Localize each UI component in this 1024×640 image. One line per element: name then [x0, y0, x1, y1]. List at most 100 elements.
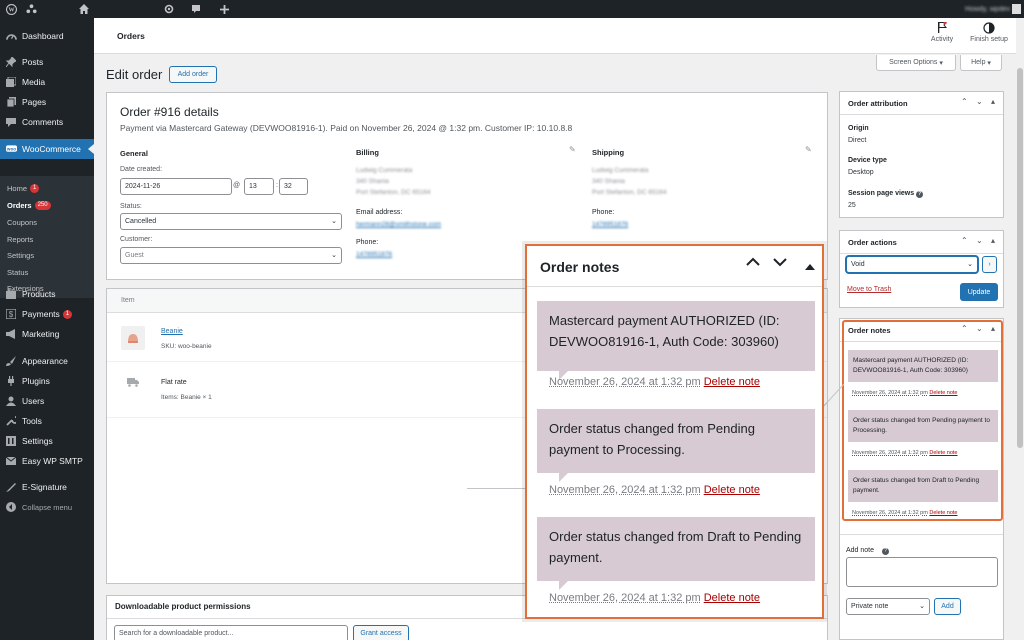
edit-shipping-pencil-icon[interactable]: ✎ [805, 145, 812, 154]
add-note-textarea[interactable] [846, 557, 998, 587]
move-up-icon[interactable]: ⌃ [961, 236, 968, 245]
billing-email-link[interactable]: hermann28@smithstone.com [356, 221, 441, 228]
beanie-icon [128, 334, 138, 343]
sidebar-item-settings[interactable]: Settings [0, 431, 94, 451]
update-button[interactable]: Update [960, 283, 998, 301]
customer-value: Guest [125, 252, 144, 259]
product-link[interactable]: Beanie [161, 328, 183, 335]
billing-phone-link[interactable]: 1478951876 [356, 251, 392, 258]
origin-label: Origin [848, 125, 869, 132]
toggle-panel-icon[interactable]: ▴ [991, 236, 995, 245]
help-circle-icon[interactable]: ? [881, 548, 889, 555]
note-meta: November 26, 2024 at 1:32 pm Delete note [549, 484, 760, 496]
sidebar-item-easy-wp-smtp[interactable]: Easy WP SMTP [0, 451, 94, 471]
pin-icon [5, 56, 17, 68]
minute-input[interactable]: 32 [279, 178, 308, 195]
home-icon[interactable] [76, 0, 92, 18]
note-type-select[interactable]: Private note ⌄ [846, 598, 930, 615]
delete-note-link[interactable]: Delete note [704, 376, 760, 388]
scrollbar-thumb[interactable] [1017, 68, 1023, 448]
howdy-user[interactable]: Howdy, wpdev [965, 0, 1010, 18]
move-down-icon[interactable]: ⌄ [976, 97, 983, 106]
help-circle-icon[interactable]: ? [916, 191, 924, 198]
collapse-menu-button[interactable]: Collapse menu [0, 497, 94, 517]
move-down-icon[interactable]: ⌄ [976, 236, 983, 245]
sidebar-item-e-signature[interactable]: E-Signature [0, 477, 94, 497]
submenu-home[interactable]: Home 1 [7, 181, 40, 195]
order-action-select[interactable]: Void ⌄ [846, 256, 978, 273]
note-meta: November 26, 2024 at 1:32 pm Delete note [549, 592, 760, 604]
shipping-address-line: 340 Shania [592, 178, 625, 185]
submenu-status[interactable]: Status [7, 265, 28, 279]
woocommerce-submenu: Home 1 Orders 250 Coupons Reports Settings… [0, 176, 94, 298]
submenu-coupons[interactable]: Coupons [7, 215, 37, 229]
sidebar-item-label: Plugins [22, 376, 50, 386]
avatar[interactable] [1012, 4, 1021, 14]
move-up-icon[interactable] [746, 254, 760, 272]
delete-note-link[interactable]: Delete note [704, 592, 760, 604]
sidebar-item-media[interactable]: Media [0, 72, 94, 92]
actions-title: Order actions [848, 238, 897, 247]
sidebar-item-tools[interactable]: Tools [0, 411, 94, 431]
billing-address-line: Port Stefanton, DC 65164 [356, 189, 431, 196]
move-down-icon[interactable] [773, 254, 787, 272]
device-type-label: Device type [848, 157, 887, 164]
edit-billing-pencil-icon[interactable]: ✎ [569, 145, 576, 154]
page-scrollbar[interactable] [1016, 18, 1024, 640]
customer-select[interactable]: Guest ⌄ [120, 247, 342, 264]
add-note-button[interactable]: Add [934, 598, 961, 615]
sidebar-item-comments[interactable]: Comments [0, 112, 94, 132]
triangle-down-icon: ▾ [987, 59, 991, 67]
chevron-right-icon: › [988, 261, 991, 268]
screen-options-button[interactable]: Screen Options ▾ [876, 55, 956, 71]
shipping-phone-link[interactable]: 1478951876 [592, 221, 628, 228]
date-created-label: Date created: [120, 166, 163, 173]
at-label: @ [233, 182, 241, 189]
toggle-panel-icon[interactable]: ▴ [991, 97, 995, 106]
finish-setup-button[interactable]: Finish setup [966, 22, 1012, 43]
move-up-icon[interactable]: ⌃ [961, 97, 968, 106]
move-to-trash-link[interactable]: Move to Trash [847, 286, 891, 293]
signature-icon [5, 481, 17, 493]
activity-button[interactable]: Activity [922, 21, 962, 43]
status-select[interactable]: Cancelled ⌄ [120, 213, 342, 230]
order-note: Order status changed from Pending paymen… [537, 409, 815, 482]
triangle-down-icon: ▾ [939, 59, 943, 67]
delete-note-link[interactable]: Delete note [704, 484, 760, 496]
customer-label: Customer: [120, 236, 153, 243]
origin-value: Direct [848, 137, 867, 144]
session-views-text: Session page views [848, 190, 915, 197]
sidebar-item-posts[interactable]: Posts [0, 52, 94, 72]
sidebar-item-plugins[interactable]: Plugins [0, 371, 94, 391]
sidebar-item-users[interactable]: Users [0, 391, 94, 411]
sidebar-item-appearance[interactable]: Appearance [0, 351, 94, 371]
megaphone-icon [5, 328, 17, 340]
toggle-panel-icon[interactable] [805, 258, 815, 276]
new-content-plus-icon[interactable] [216, 0, 232, 18]
payments-icon: $ [5, 308, 17, 320]
submenu-orders[interactable]: Orders 250 [7, 198, 51, 212]
shipping-address-line: Port Stefanton, DC 65164 [592, 189, 667, 196]
download-search-input[interactable]: Search for a downloadable product... [114, 625, 348, 640]
wordpress-logo-icon[interactable]: W [3, 0, 19, 18]
shipping-method-name: Flat rate [161, 379, 187, 386]
sidebar-item-payments[interactable]: $ Payments 1 [0, 304, 94, 324]
sidebar-item-products[interactable]: Products [0, 284, 94, 304]
comments-bubble-icon[interactable] [188, 0, 204, 18]
submenu-reports[interactable]: Reports [7, 232, 33, 246]
hour-input[interactable]: 13 [244, 178, 274, 195]
add-order-button[interactable]: Add order [169, 66, 217, 83]
sidebar-item-pages[interactable]: Pages [0, 92, 94, 112]
apply-action-button[interactable]: › [982, 256, 997, 273]
grant-access-button[interactable]: Grant access [353, 625, 409, 640]
help-button[interactable]: Help ▾ [960, 55, 1002, 71]
sites-icon[interactable] [23, 0, 39, 18]
submenu-settings[interactable]: Settings [7, 248, 34, 262]
updates-icon[interactable] [161, 0, 177, 18]
sidebar-item-woocommerce[interactable]: woo WooCommerce [0, 139, 94, 159]
sidebar-item-dashboard[interactable]: Dashboard [0, 26, 94, 46]
date-created-input[interactable]: 2024-11-26 [120, 178, 232, 195]
woocommerce-header: Orders Activity Finish setup [94, 18, 1024, 54]
sidebar-item-marketing[interactable]: Marketing [0, 324, 94, 344]
order-notes-zoom-callout: Order notes Mastercard payment AUTHORIZE… [525, 244, 824, 619]
